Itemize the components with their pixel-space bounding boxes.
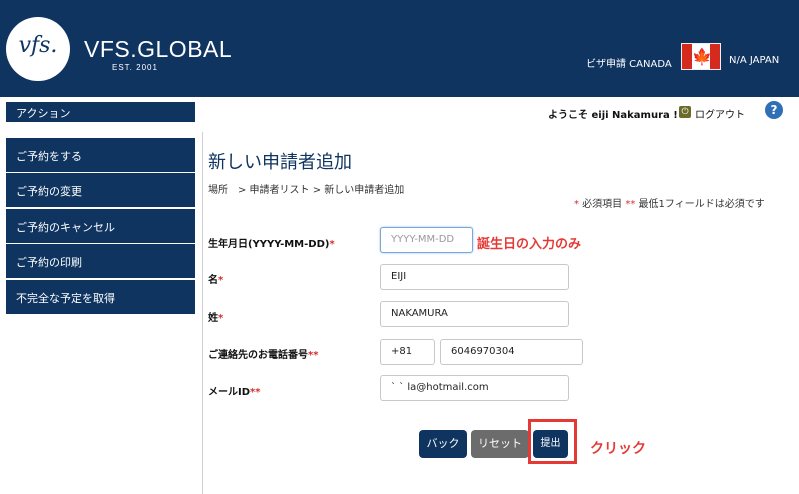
breadcrumb: 場所 > 申請者リスト > 新しい申請者追加 <box>208 185 405 196</box>
logo-script: vfs. <box>18 33 58 58</box>
help-icon[interactable]: ? <box>765 101 783 119</box>
sidebar-item-change-appointment[interactable]: ご予約の変更 <box>6 173 195 207</box>
content-divider <box>202 132 203 494</box>
sidebar-heading: アクション <box>6 102 195 122</box>
first-name-label: 名* <box>208 275 224 286</box>
dob-input[interactable]: YYYY-MM-DD <box>380 227 473 253</box>
sidebar-item-make-appointment[interactable]: ご予約をする <box>6 138 195 172</box>
email-label: メールID** <box>208 387 261 398</box>
maple-leaf-icon: 🍁 <box>692 47 712 66</box>
vfs-logo[interactable]: vfs. <box>6 17 70 81</box>
required-note: * 必須項目 ** 最低1フィールドは必須です <box>574 199 765 210</box>
dob-annotation: 誕生日の入力のみ <box>477 237 582 252</box>
canada-flag-icon: 🍁 <box>681 43 721 70</box>
email-input[interactable]: ˋ ˋ la@hotmail.com <box>380 375 569 401</box>
power-icon[interactable]: ⏻ <box>679 106 691 118</box>
phone-country-code-input[interactable]: +81 <box>380 339 435 365</box>
page-title: 新しい申請者追加 <box>208 152 352 173</box>
submit-button[interactable]: 提出 <box>533 430 568 458</box>
reset-button[interactable]: リセット <box>471 430 529 458</box>
logo-text: VFS.GLOBAL <box>84 36 233 62</box>
sidebar-item-print-appointment[interactable]: ご予約の印刷 <box>6 244 195 278</box>
last-name-input[interactable]: NAKAMURA <box>380 301 569 327</box>
back-button[interactable]: バック <box>419 430 467 458</box>
sidebar-item-cancel-appointment[interactable]: ご予約のキャンセル <box>6 209 195 243</box>
phone-number-input[interactable]: 6046970304 <box>440 339 583 365</box>
welcome-text: ようこそ eiji Nakamura ! <box>548 110 678 121</box>
logo-est: EST. 2001 <box>112 63 158 72</box>
click-annotation: クリック <box>590 441 646 457</box>
dob-label: 生年月日(YYYY-MM-DD)* <box>208 239 335 250</box>
site-header: vfs. VFS.GLOBAL EST. 2001 ビザ申請 CANADA 🍁 … <box>0 0 799 97</box>
first-name-input[interactable]: EIJI <box>380 264 569 290</box>
sidebar-item-incomplete-appointment[interactable]: 不完全な予定を取得 <box>6 280 195 314</box>
visa-country-label: ビザ申請 CANADA <box>586 59 672 70</box>
location-label: N/A JAPAN <box>729 55 780 66</box>
phone-label: ご連絡先のお電話番号** <box>208 350 319 361</box>
last-name-label: 姓* <box>208 313 224 324</box>
logout-link[interactable]: ログアウト <box>695 106 745 121</box>
